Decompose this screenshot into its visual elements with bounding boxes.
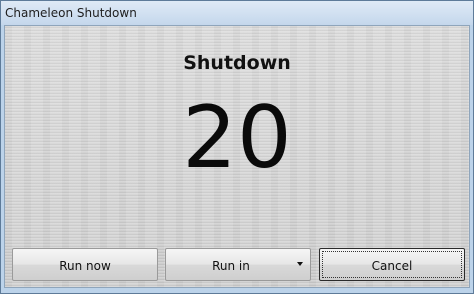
- run-in-button[interactable]: Run in: [165, 248, 311, 281]
- countdown-value: 20: [182, 88, 292, 188]
- run-now-button[interactable]: Run now: [12, 248, 158, 281]
- page-title: Shutdown: [183, 52, 291, 74]
- run-now-label: Run now: [59, 259, 111, 273]
- title-bar[interactable]: Chameleon Shutdown: [1, 1, 473, 25]
- caret-down-icon: [297, 262, 303, 266]
- run-in-label: Run in: [212, 259, 250, 273]
- window-title: Chameleon Shutdown: [5, 6, 137, 20]
- cancel-label: Cancel: [371, 259, 413, 273]
- app-window: Chameleon Shutdown Shutdown 20 Run now R…: [0, 0, 474, 294]
- dialog-body: Shutdown 20 Run now Run in Cancel: [4, 25, 470, 288]
- cancel-button[interactable]: Cancel: [319, 248, 465, 281]
